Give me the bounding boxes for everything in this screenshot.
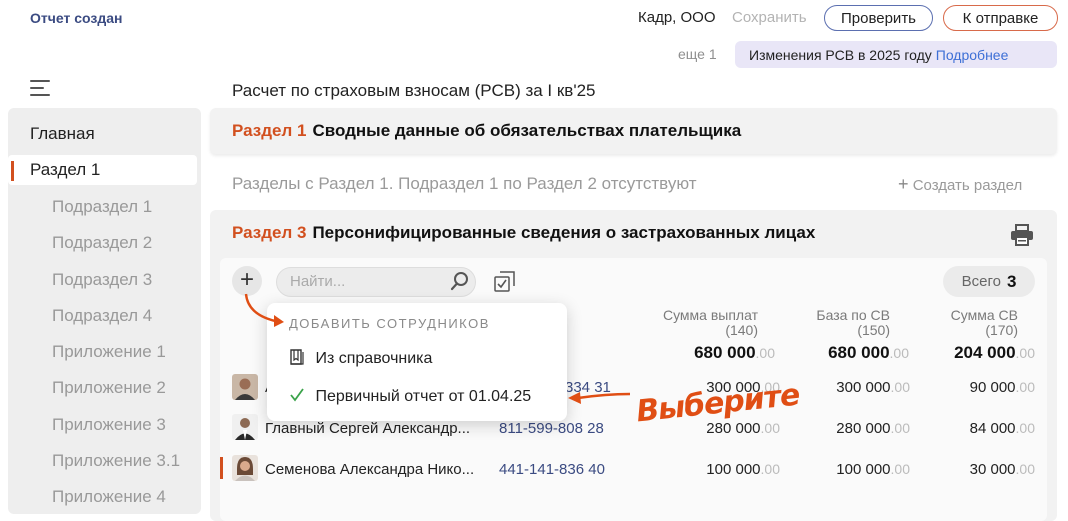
more-notices-link[interactable]: еще 1 [678,46,717,62]
document-title: Расчет по страховым взносам (РСВ) за I к… [232,81,596,100]
column-header-label: Сумма выплат [662,307,758,323]
annotation-arrow-icon [568,392,631,404]
sidebar-item-subsection-3[interactable]: Подраздел 3 [8,265,197,295]
add-employees-dropdown: ДОБАВИТЬ СОТРУДНИКОВ Из справочника Перв… [267,303,567,421]
column-total-payments: 680 000.00 [694,343,775,362]
section-3-number: Раздел 3 [232,223,307,242]
plus-icon: + [898,174,909,194]
sidebar-item-appendix-3-1[interactable]: Приложение 3.1 [8,446,197,476]
employee-name: Семенова Александра Нико... [265,461,475,478]
primary-report-label: Первичный отчет от 01.04.25 [315,388,532,405]
column-header-contributions: Сумма СВ (170) [908,308,1018,338]
select-all-icon[interactable] [494,270,516,294]
checkmark-icon [290,388,304,402]
menu-icon[interactable] [30,78,52,96]
column-total-contributions: 204 000.00 [954,343,1035,362]
from-directory-option[interactable]: Из справочника [289,348,432,368]
row-contributions: 90 000.00 [969,379,1035,396]
section-1-card[interactable]: Раздел 1 Сводные данные об обязательствах… [210,108,1057,154]
section-1-title: Сводные данные об обязательствах платель… [312,121,742,140]
search-icon[interactable] [450,271,470,291]
row-contributions: 30 000.00 [969,461,1035,478]
sidebar-item-subsection-4[interactable]: Подраздел 4 [8,301,197,331]
sidebar-item-subsection-1[interactable]: Подраздел 1 [8,192,197,222]
avatar [232,414,258,440]
section-1-number: Раздел 1 [232,121,307,140]
sidebar-item-appendix-4[interactable]: Приложение 4 [8,482,197,512]
total-label: Всего [961,273,1001,290]
organization-name[interactable]: Кадр, ООО [638,9,716,26]
column-header-base: База по СВ (150) [780,308,890,338]
check-button[interactable]: Проверить [824,5,933,31]
create-section-label: Создать раздел [912,177,1023,194]
sidebar-item-section-1[interactable]: Раздел 1 [8,155,197,185]
employee-snils: 811-599-808 28 [499,420,604,437]
column-header-payments: Сумма выплат (140) [648,308,758,338]
row-contributions: 84 000.00 [969,420,1035,437]
news-banner: Изменения РСВ в 2025 году Подробнее [735,41,1057,68]
table-row[interactable]: Семенова Александра Нико... 441-141-836 … [220,452,1047,488]
missing-sections-text: Разделы с Раздел 1. Подраздел 1 по Разде… [232,174,697,193]
employee-snils: 441-141-836 40 [499,461,605,478]
column-header-code: (170) [985,322,1018,338]
primary-report-option[interactable]: Первичный отчет от 01.04.25 [289,387,531,406]
news-more-link[interactable]: Подробнее [936,47,1009,63]
column-header-code: (140) [725,322,758,338]
row-payments: 100 000.00 [706,461,780,478]
annotation-arrow-icon [244,293,284,327]
from-directory-label: Из справочника [315,350,433,367]
total-count-badge: Всего 3 [943,266,1035,297]
column-total-base: 680 000.00 [828,343,909,362]
report-status: Отчет создан [30,10,123,26]
search-input[interactable]: Найти... [276,267,476,297]
total-count: 3 [1006,271,1017,291]
section-3-title: Персонифицированные сведения о застрахов… [312,223,816,242]
column-header-label: База по СВ [816,307,890,323]
employee-name: Главный Сергей Александр... [265,420,471,437]
create-section-button[interactable]: + Создать раздел [898,174,1022,195]
send-button[interactable]: К отправке [943,5,1058,31]
sidebar-item-appendix-3[interactable]: Приложение 3 [8,410,197,440]
book-icon [290,349,304,365]
news-text: Изменения РСВ в 2025 году [749,46,932,63]
column-header-label: Сумма СВ [950,307,1018,323]
save-button[interactable]: Сохранить [732,9,807,26]
sidebar-item-main[interactable]: Главная [8,119,197,149]
sidebar-item-subsection-2[interactable]: Подраздел 2 [8,228,197,258]
sidebar: Главная Раздел 1 Подраздел 1 Подраздел 2… [8,108,201,514]
sidebar-item-appendix-2[interactable]: Приложение 2 [8,373,197,403]
column-header-code: (150) [857,322,890,338]
dropdown-heading: ДОБАВИТЬ СОТРУДНИКОВ [289,316,490,331]
row-base: 100 000.00 [836,461,910,478]
avatar [232,374,258,400]
avatar [232,455,258,481]
row-base: 280 000.00 [836,420,910,437]
print-icon[interactable] [1010,224,1034,246]
sidebar-item-appendix-1[interactable]: Приложение 1 [8,337,197,367]
